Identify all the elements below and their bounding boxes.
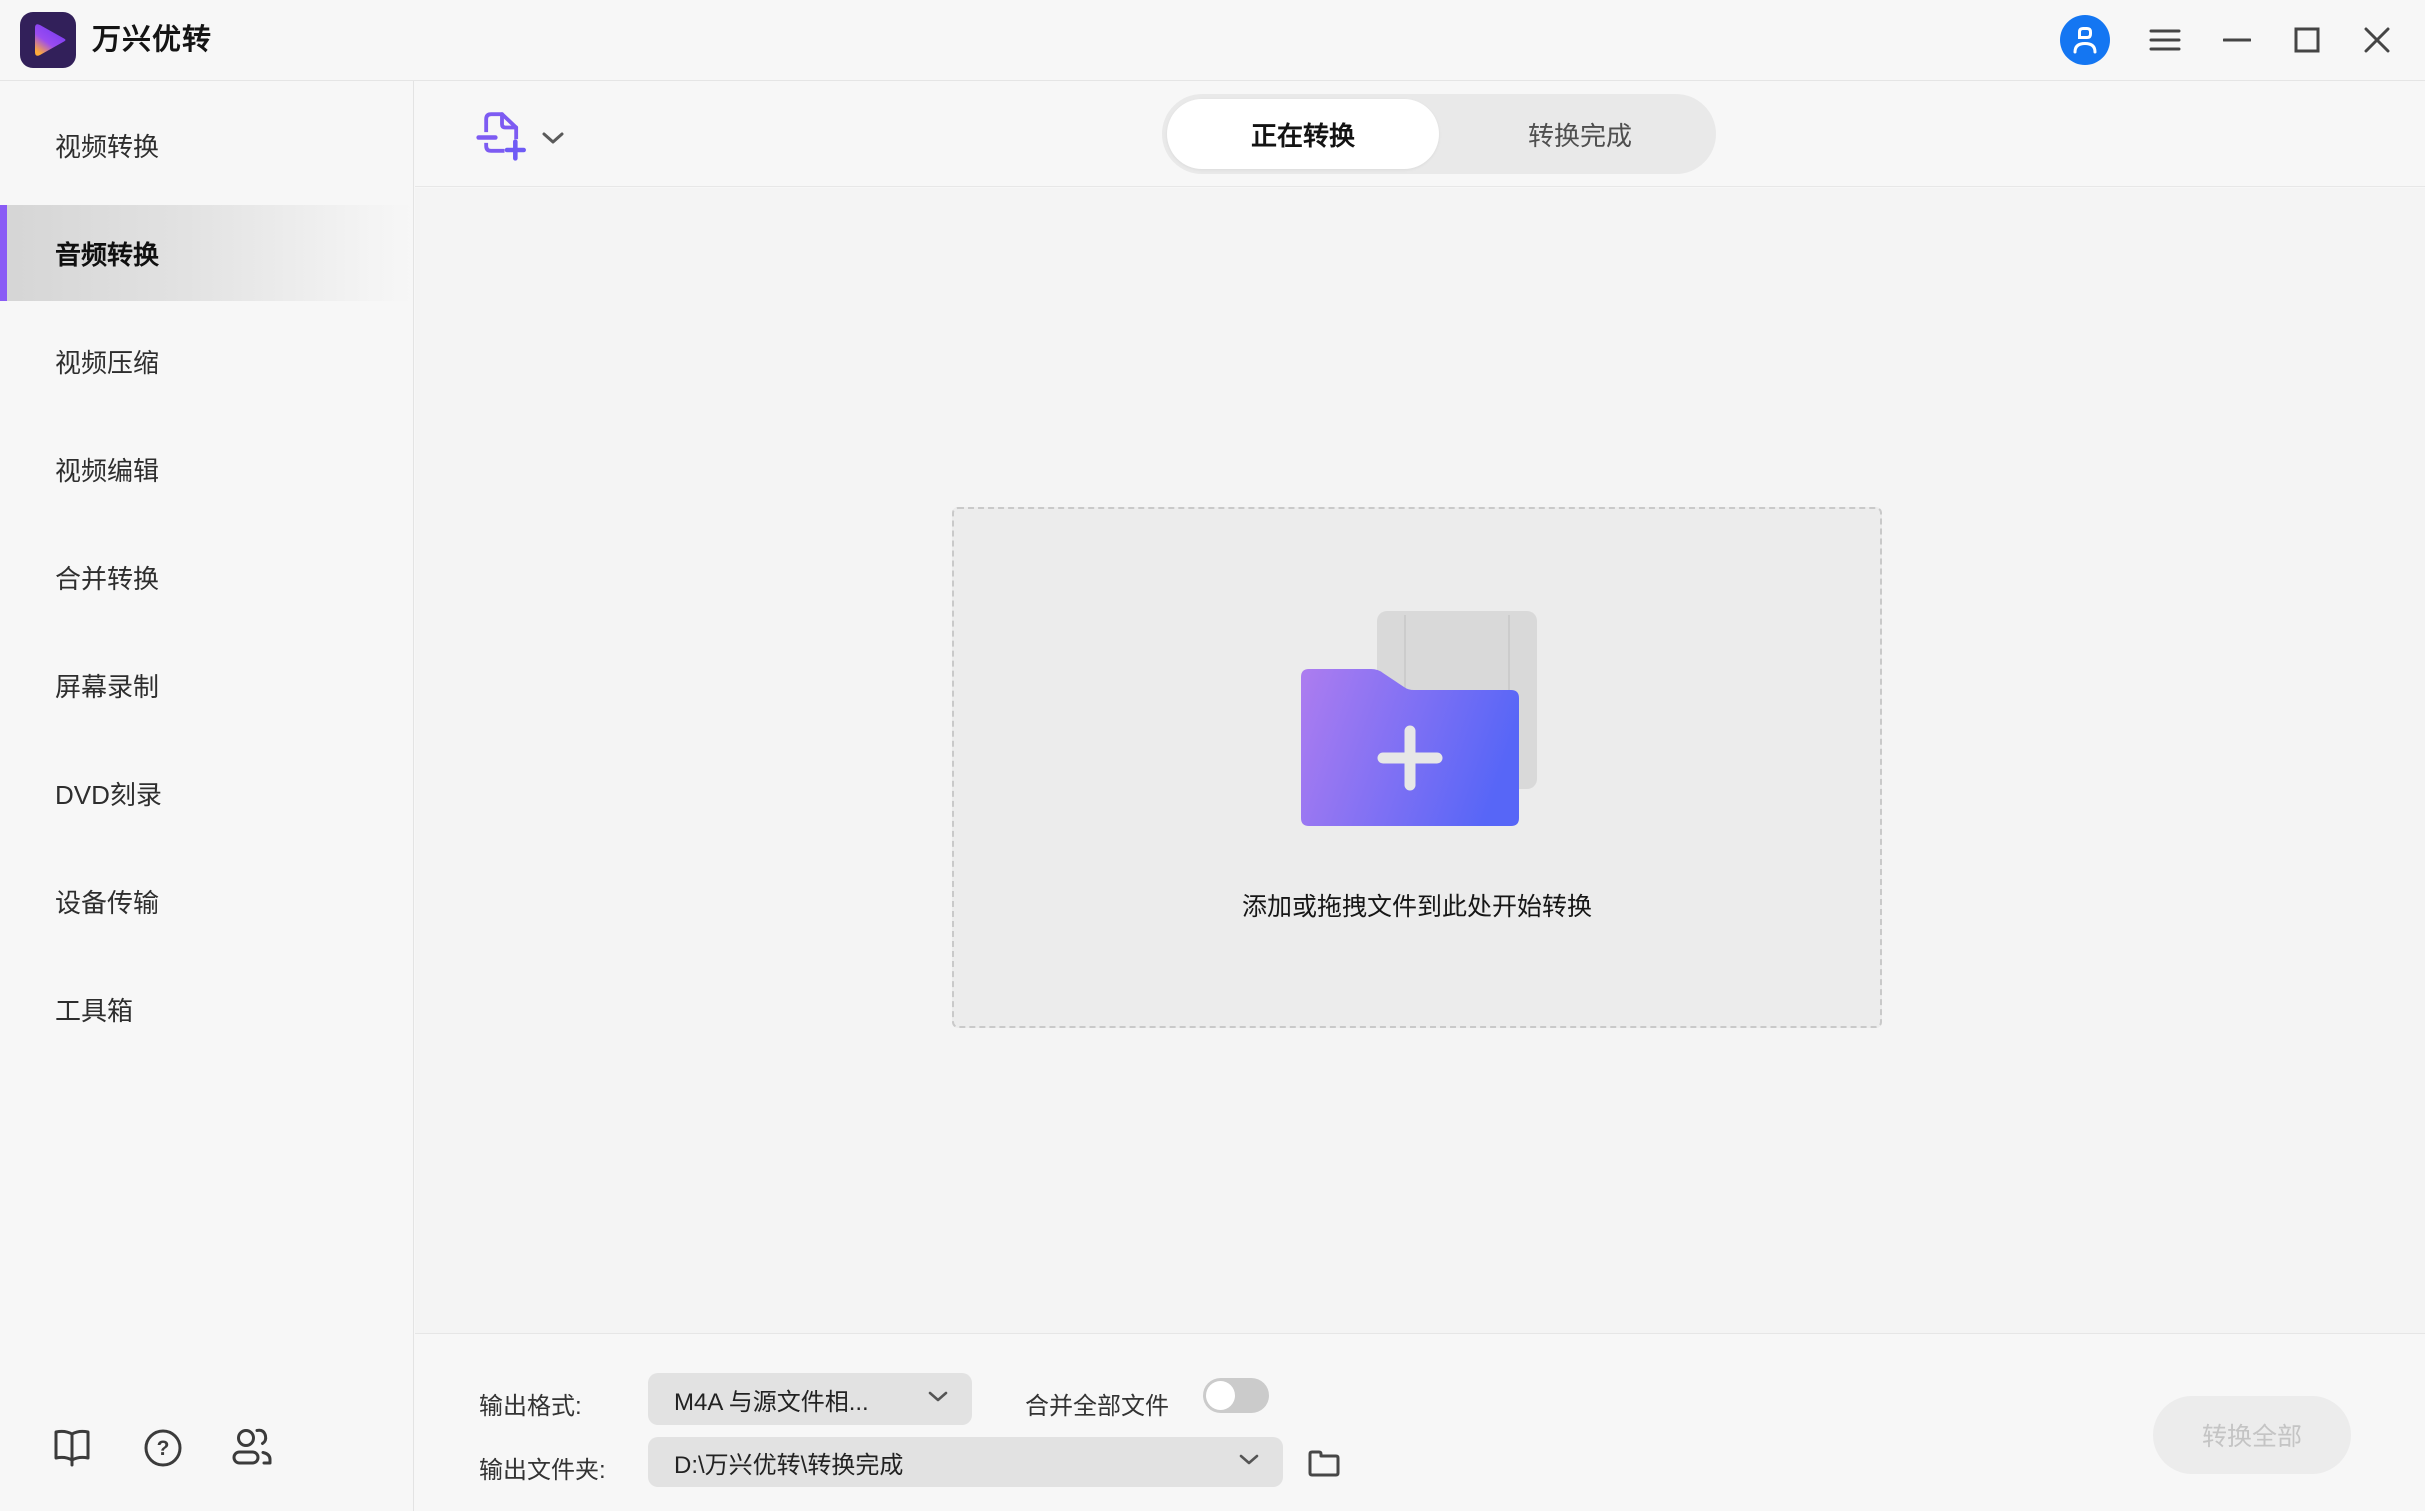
main-panel: 正在转换 转换完成: [415, 81, 2425, 1511]
output-settings-bar: 输出格式: M4A 与源文件相... 合并全部文件 输出文件夹: D:\万兴优转…: [415, 1333, 2425, 1511]
hamburger-menu-icon[interactable]: [2140, 0, 2190, 80]
merge-all-label: 合并全部文件: [1025, 1386, 1169, 1421]
uniconverter-window: 万兴优转: [0, 0, 2425, 1511]
help-icon[interactable]: ?: [140, 1423, 186, 1473]
browse-folder-button[interactable]: [1303, 1440, 1345, 1484]
chevron-down-icon: [1239, 1453, 1259, 1471]
minimize-icon[interactable]: [2212, 0, 2262, 80]
add-folder-icon: [1301, 611, 1537, 826]
toggle-knob: [1206, 1381, 1235, 1410]
convert-status-tabs: 正在转换 转换完成: [1162, 94, 1716, 174]
output-format-value: M4A 与源文件相...: [648, 1382, 928, 1417]
toolbar: 正在转换 转换完成: [415, 81, 2425, 187]
file-dropzone[interactable]: 添加或拖拽文件到此处开始转换: [952, 507, 1882, 1028]
output-format-dropdown[interactable]: M4A 与源文件相...: [648, 1373, 972, 1425]
dropzone-hint: 添加或拖拽文件到此处开始转换: [954, 887, 1880, 923]
app-logo-icon: [20, 12, 76, 68]
chevron-down-icon: [541, 131, 565, 150]
add-file-icon: [477, 110, 527, 165]
sidebar-footer: ?: [0, 1423, 413, 1483]
output-folder-dropdown[interactable]: D:\万兴优转\转换完成: [648, 1437, 1283, 1487]
sidebar-item-device-transfer[interactable]: 设备传输: [0, 847, 413, 955]
sidebar-item-video-compress[interactable]: 视频压缩: [0, 307, 413, 415]
user-guide-book-icon[interactable]: [50, 1423, 96, 1473]
sidebar-item-audio-convert[interactable]: 音频转换: [0, 199, 413, 307]
output-folder-label: 输出文件夹:: [479, 1450, 606, 1485]
sidebar-item-dvd-burn[interactable]: DVD刻录: [0, 739, 413, 847]
sidebar-item-toolbox[interactable]: 工具箱: [0, 955, 413, 1063]
tab-converting[interactable]: 正在转换: [1167, 99, 1439, 169]
maximize-icon[interactable]: [2282, 0, 2332, 80]
selected-item-accent-bar: [0, 205, 7, 301]
output-folder-value: D:\万兴优转\转换完成: [648, 1445, 1239, 1480]
sidebar-nav: 视频转换 音频转换 视频压缩 视频编辑 合并转换 屏幕录制 DVD刻录 设备传输…: [0, 91, 413, 1063]
close-icon[interactable]: [2352, 0, 2402, 80]
sidebar-item-video-edit[interactable]: 视频编辑: [0, 415, 413, 523]
tab-completed[interactable]: 转换完成: [1444, 94, 1716, 174]
account-avatar[interactable]: [2058, 0, 2112, 80]
sidebar: 视频转换 音频转换 视频压缩 视频编辑 合并转换 屏幕录制 DVD刻录 设备传输…: [0, 81, 414, 1511]
sidebar-item-screen-record[interactable]: 屏幕录制: [0, 631, 413, 739]
app-title: 万兴优转: [92, 0, 212, 80]
add-file-button[interactable]: [477, 111, 587, 163]
sidebar-item-merge-convert[interactable]: 合并转换: [0, 523, 413, 631]
output-format-label: 输出格式:: [479, 1386, 582, 1421]
title-bar: 万兴优转: [0, 0, 2425, 81]
convert-all-button[interactable]: 转换全部: [2153, 1396, 2351, 1474]
svg-text:?: ?: [157, 1437, 170, 1460]
content-area: 添加或拖拽文件到此处开始转换: [415, 188, 2425, 1333]
community-people-icon[interactable]: [230, 1423, 276, 1473]
sidebar-item-video-convert[interactable]: 视频转换: [0, 91, 413, 199]
merge-all-toggle[interactable]: [1203, 1378, 1269, 1413]
chevron-down-icon: [928, 1390, 948, 1408]
